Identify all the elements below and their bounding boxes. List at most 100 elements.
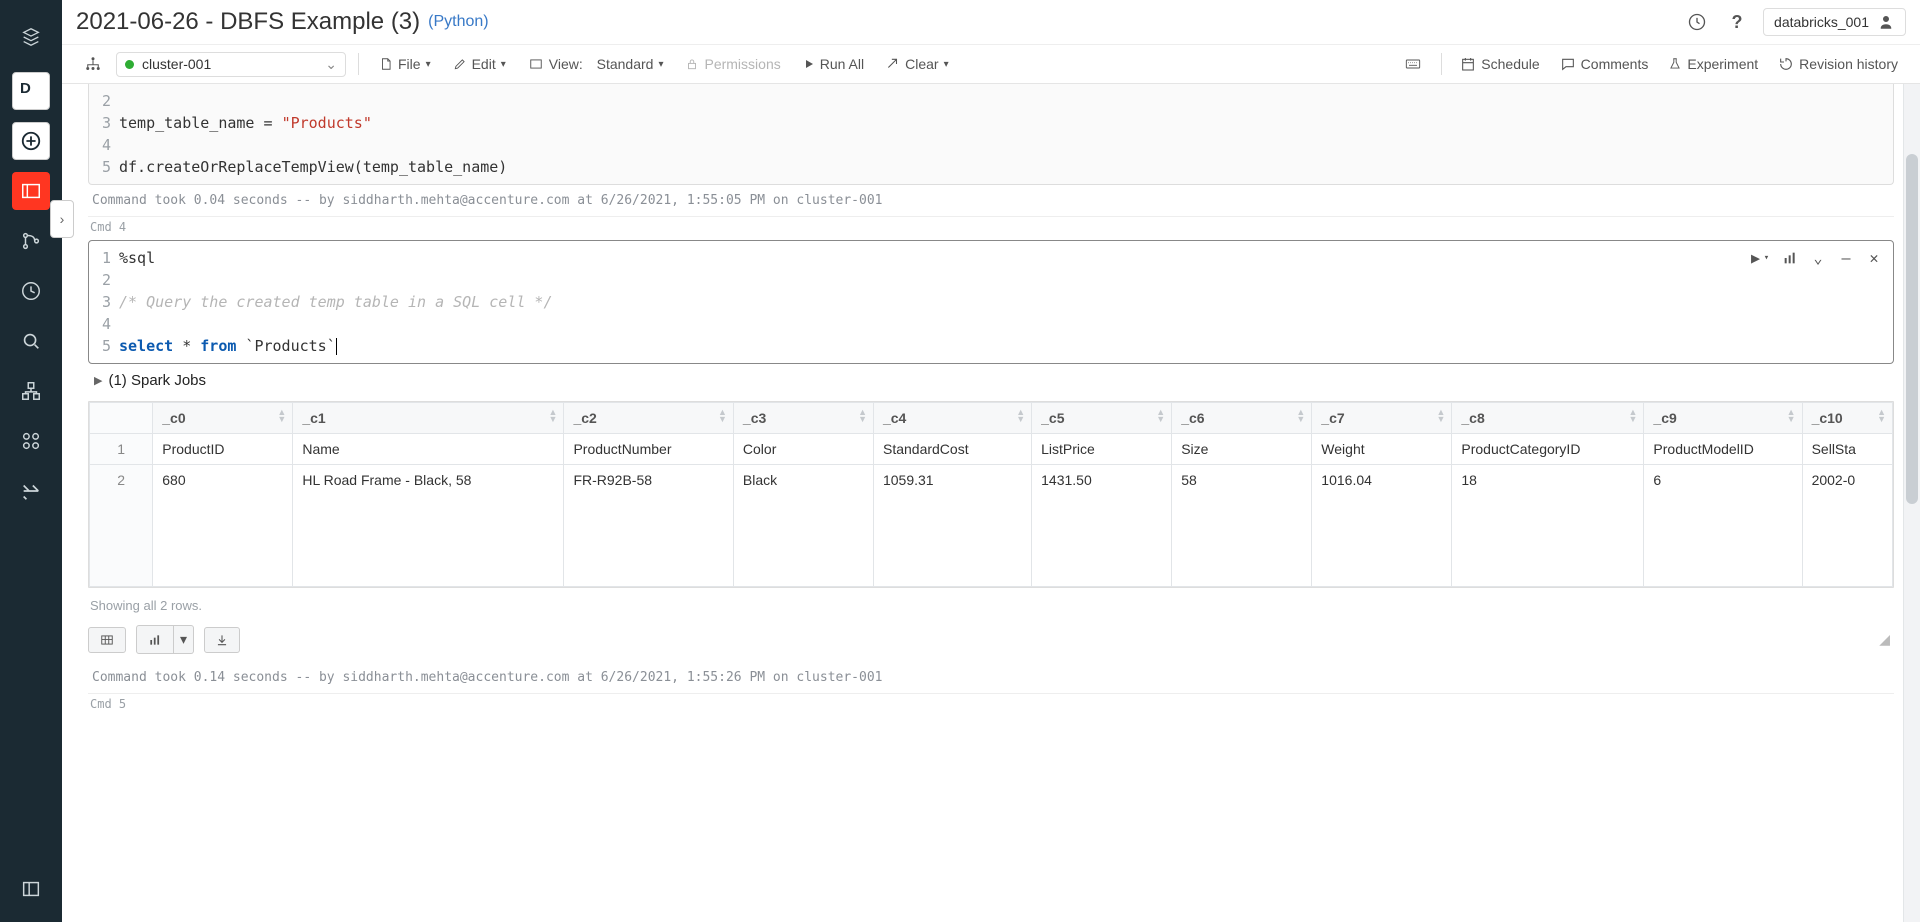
cell-close-icon[interactable]: ✕ [1863, 247, 1885, 269]
sort-icon[interactable]: ▲▼ [1787, 409, 1796, 423]
cluster-status-dot [125, 60, 134, 69]
user-menu[interactable]: databricks_001 [1763, 8, 1906, 36]
run-cell-icon[interactable]: ▶▾ [1751, 247, 1773, 269]
permissions-button: Permissions [677, 52, 788, 76]
revision-history-button[interactable]: Revision history [1770, 52, 1906, 76]
table-cell: 18 [1452, 465, 1644, 587]
scroll-thumb[interactable] [1906, 154, 1918, 504]
sort-icon[interactable]: ▲▼ [277, 409, 286, 423]
resize-handle-icon[interactable]: ◢ [1879, 631, 1894, 648]
chevron-down-icon: ⌄ [325, 56, 337, 73]
clear-menu[interactable]: Clear▾ [878, 52, 957, 76]
sort-icon[interactable]: ▲▼ [1436, 409, 1445, 423]
keyboard-button[interactable] [1395, 52, 1431, 76]
sort-icon[interactable]: ▲▼ [549, 409, 558, 423]
code-cell-sql-code[interactable]: %sql /* Query the created temp table in … [119, 241, 1893, 363]
header-bar: 2021-06-26 - DBFS Example (3) (Python) ?… [62, 0, 1920, 45]
cluster-name: cluster-001 [142, 56, 211, 72]
sort-icon[interactable]: ▲▼ [858, 409, 867, 423]
sort-icon[interactable]: ▲▼ [1296, 409, 1305, 423]
cell-expand-icon[interactable]: ⌄ [1807, 247, 1829, 269]
comments-button[interactable]: Comments [1552, 52, 1657, 76]
table-cell: ListPrice [1032, 434, 1172, 465]
cell-minimize-icon[interactable]: — [1835, 247, 1857, 269]
download-button[interactable] [204, 627, 240, 653]
column-header[interactable]: _c7▲▼ [1312, 403, 1452, 434]
table-cell: FR-R92B-58 [564, 465, 733, 587]
column-header[interactable]: _c2▲▼ [564, 403, 733, 434]
notebook-content: 2345 temp_table_name = "Products" df.cre… [62, 84, 1920, 922]
column-header[interactable]: _c3▲▼ [733, 403, 873, 434]
search-icon[interactable] [12, 322, 50, 360]
workspace-icon[interactable] [12, 172, 50, 210]
result-table: _c0▲▼_c1▲▼_c2▲▼_c3▲▼_c4▲▼_c5▲▼_c6▲▼_c7▲▼… [88, 401, 1894, 588]
cell-prev-meta: Command took 0.04 seconds -- by siddhart… [88, 185, 1894, 216]
code-cell-sql[interactable]: ▶▾ ⌄ — ✕ 12345 %sql /* Query the created… [88, 240, 1894, 364]
experiment-button[interactable]: Experiment [1660, 52, 1766, 76]
models-icon[interactable] [12, 472, 50, 510]
notebook-language[interactable]: (Python) [428, 13, 488, 31]
code-cell-prev-code[interactable]: temp_table_name = "Products" df.createOr… [119, 84, 1893, 184]
table-cell: Size [1172, 434, 1312, 465]
cmd5-label: Cmd 5 [88, 693, 1894, 713]
row-number-header [90, 403, 153, 434]
table-cell: 1059.31 [873, 465, 1031, 587]
spark-jobs-toggle[interactable]: ▶(1) Spark Jobs [88, 364, 1894, 401]
edit-menu[interactable]: Edit▾ [445, 52, 514, 76]
data-icon[interactable]: D [12, 72, 50, 110]
run-all-button[interactable]: Run All [795, 52, 872, 76]
column-header[interactable]: _c8▲▼ [1452, 403, 1644, 434]
databricks-logo-icon[interactable] [12, 18, 50, 56]
result-toolbar: ▾ ◢ [88, 625, 1894, 662]
menu-toggle-icon[interactable] [12, 870, 50, 908]
table-row: 2680HL Road Frame - Black, 58FR-R92B-58B… [90, 465, 1893, 587]
sort-icon[interactable]: ▲▼ [718, 409, 727, 423]
table-cell: 6 [1644, 465, 1802, 587]
code-cell-prev[interactable]: 2345 temp_table_name = "Products" df.cre… [88, 84, 1894, 185]
schedule-button[interactable]: Schedule [1452, 52, 1547, 76]
jobs-icon[interactable] [12, 422, 50, 460]
user-name: databricks_001 [1774, 14, 1869, 30]
create-icon[interactable] [12, 122, 50, 160]
sort-icon[interactable]: ▲▼ [1156, 409, 1165, 423]
table-cell: Black [733, 465, 873, 587]
compute-icon[interactable] [12, 372, 50, 410]
column-header[interactable]: _c4▲▼ [873, 403, 1031, 434]
table-cell: StandardCost [873, 434, 1031, 465]
file-menu[interactable]: File▾ [371, 52, 439, 76]
column-header[interactable]: _c0▲▼ [153, 403, 293, 434]
sort-icon[interactable]: ▲▼ [1877, 409, 1886, 423]
row-number: 1 [90, 434, 153, 465]
sidebar-expand-button[interactable]: › [50, 200, 74, 238]
vertical-scrollbar[interactable] [1903, 84, 1920, 922]
table-view-button[interactable] [88, 627, 126, 653]
chart-view-dropdown[interactable]: ▾ [174, 625, 194, 654]
cell-action-bar: ▶▾ ⌄ — ✕ [1751, 247, 1885, 269]
attach-cluster-icon[interactable] [76, 51, 110, 77]
help-icon[interactable]: ? [1723, 8, 1751, 36]
left-sidebar: D › [0, 0, 62, 922]
column-header[interactable]: _c9▲▼ [1644, 403, 1802, 434]
cmd4-label: Cmd 4 [88, 216, 1894, 236]
table-cell: ProductID [153, 434, 293, 465]
row-number: 2 [90, 465, 153, 587]
recents-icon[interactable] [12, 272, 50, 310]
view-menu[interactable]: View: Standard▾ [520, 52, 672, 76]
sort-icon[interactable]: ▲▼ [1016, 409, 1025, 423]
column-header[interactable]: _c6▲▼ [1172, 403, 1312, 434]
chart-view-button[interactable] [136, 625, 174, 654]
chart-cell-icon[interactable] [1779, 247, 1801, 269]
history-icon[interactable] [1683, 8, 1711, 36]
table-cell: Name [293, 434, 564, 465]
notebook-title[interactable]: 2021-06-26 - DBFS Example (3) [76, 8, 420, 36]
user-icon [1877, 13, 1895, 31]
sort-icon[interactable]: ▲▼ [1629, 409, 1638, 423]
table-cell: 1431.50 [1032, 465, 1172, 587]
column-header[interactable]: _c1▲▼ [293, 403, 564, 434]
cluster-selector[interactable]: cluster-001 ⌄ [116, 52, 346, 77]
table-cell: SellSta [1802, 434, 1892, 465]
repos-icon[interactable] [12, 222, 50, 260]
column-header[interactable]: _c5▲▼ [1032, 403, 1172, 434]
triangle-right-icon: ▶ [94, 374, 102, 387]
column-header[interactable]: _c10▲▼ [1802, 403, 1892, 434]
